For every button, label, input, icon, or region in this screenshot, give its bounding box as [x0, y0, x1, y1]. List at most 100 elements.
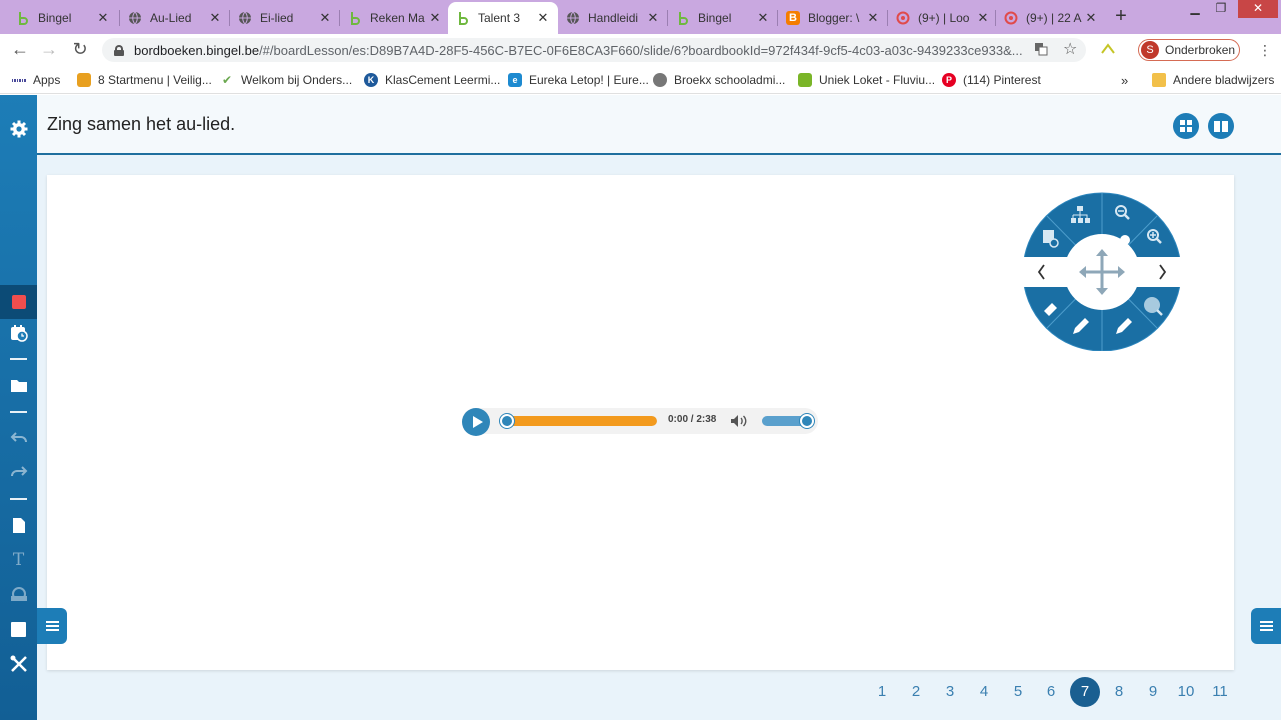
- bookmark-folder-other[interactable]: Andere bladwijzers: [1152, 71, 1274, 89]
- browser-tab-active[interactable]: Talent 3 ✕: [448, 2, 558, 34]
- close-icon[interactable]: ✕: [428, 10, 442, 26]
- tab-title: Reken Ma: [370, 11, 425, 25]
- zoom-separator: [1120, 235, 1130, 245]
- bookmark-broekx[interactable]: Broekx schooladmi...: [653, 71, 785, 89]
- tab-title: (9+) | 22 A: [1026, 11, 1082, 25]
- browser-tab[interactable]: Bingel ✕: [668, 2, 778, 34]
- page-3[interactable]: 3: [935, 677, 965, 707]
- page-8[interactable]: 8: [1104, 677, 1134, 707]
- book-view-icon[interactable]: [1208, 113, 1234, 139]
- avatar: S: [1141, 41, 1159, 59]
- close-icon[interactable]: ✕: [866, 10, 880, 26]
- tab-title: Ei-lied: [260, 11, 294, 25]
- bookmark-eureka[interactable]: e Eureka Letop! | Eure...: [508, 71, 649, 89]
- tab-title: Talent 3: [478, 11, 521, 25]
- bookmark-uniek-loket[interactable]: Uniek Loket - Fluviu...: [798, 71, 935, 89]
- screen-cover-icon[interactable]: [0, 582, 37, 606]
- window-close-icon[interactable]: ✕: [1238, 0, 1278, 18]
- bingel-app: T Zing samen het au-lied. 0:00 / 2:38 1 …: [0, 95, 1281, 720]
- close-icon[interactable]: ✕: [646, 10, 660, 26]
- play-button[interactable]: [462, 408, 490, 436]
- url-text: bordboeken.bingel.be/#/boardLesson/es:D8…: [134, 42, 1023, 58]
- blogger-icon: B: [786, 11, 800, 25]
- minimize-icon[interactable]: ▁: [1182, 0, 1208, 18]
- browser-tab[interactable]: Bingel ✕: [8, 2, 118, 34]
- bookmark-klascement[interactable]: K KlasCement Leermi...: [364, 71, 500, 89]
- url-field[interactable]: bordboeken.bingel.be/#/boardLesson/es:D8…: [102, 38, 1086, 62]
- browser-tab[interactable]: Ei-lied ✕: [230, 2, 340, 34]
- page-2[interactable]: 2: [901, 677, 931, 707]
- eureka-icon: e: [508, 73, 522, 87]
- browser-tab[interactable]: Reken Ma ✕: [340, 2, 450, 34]
- bookmark-label: KlasCement Leermi...: [385, 73, 501, 87]
- startmenu-icon: [77, 73, 91, 87]
- leaf-icon: ✔: [221, 73, 233, 87]
- whiteboard-icon[interactable]: [0, 617, 37, 641]
- page-10[interactable]: 10: [1171, 677, 1201, 707]
- browser-tab[interactable]: Handleidi ✕: [558, 2, 668, 34]
- page-11[interactable]: 11: [1205, 677, 1235, 707]
- document-icon[interactable]: [0, 513, 37, 537]
- tab-title: Handleidi: [588, 11, 639, 25]
- page-title: Zing samen het au-lied.: [47, 114, 236, 134]
- audio-progress-track[interactable]: [506, 416, 657, 426]
- folder-icon[interactable]: [0, 373, 37, 397]
- tab-title: (9+) | Loo: [918, 11, 970, 25]
- volume-icon[interactable]: [730, 414, 748, 433]
- tab-title: Bingel: [38, 11, 72, 25]
- bookmark-onderwijs[interactable]: ✔ Welkom bij Onders...: [220, 71, 352, 89]
- bookmark-apps[interactable]: Apps: [11, 71, 60, 89]
- close-icon[interactable]: ✕: [1084, 10, 1098, 26]
- translate-icon[interactable]: [1034, 42, 1048, 59]
- redo-icon[interactable]: [0, 460, 37, 484]
- timer-icon[interactable]: [0, 321, 37, 345]
- page-6[interactable]: 6: [1036, 677, 1066, 707]
- new-tab-button[interactable]: +: [1108, 5, 1134, 29]
- right-drawer-toggle[interactable]: [1251, 608, 1281, 644]
- audio-time: 0:00 / 2:38: [668, 414, 717, 425]
- browser-tab[interactable]: B Blogger: \ ✕: [778, 2, 888, 34]
- forward-arrow-icon[interactable]: →: [38, 39, 60, 61]
- settings-gear-icon[interactable]: [0, 117, 37, 141]
- close-icon[interactable]: ✕: [96, 10, 110, 26]
- apps-grid-icon: [11, 73, 27, 87]
- page-9[interactable]: 9: [1138, 677, 1168, 707]
- browser-tab[interactable]: (9+) | Loo ✕: [888, 2, 998, 34]
- bookmark-pinterest[interactable]: P (114) Pinterest: [942, 71, 1041, 89]
- audio-progress-handle[interactable]: [500, 414, 514, 428]
- tab-title: Blogger: \: [808, 11, 860, 25]
- text-tool-icon[interactable]: T: [0, 548, 37, 572]
- page-5[interactable]: 5: [1003, 677, 1033, 707]
- reload-icon[interactable]: ↻: [69, 39, 91, 61]
- bookmarks-bar: Apps 8 Startmenu | Veilig... ✔ Welkom bi…: [0, 66, 1281, 94]
- undo-icon[interactable]: [0, 426, 37, 450]
- restore-icon[interactable]: ❐: [1208, 0, 1234, 18]
- audio-progress-fill: [506, 416, 657, 426]
- bingel-icon: [348, 11, 362, 25]
- bookmark-label: Welkom bij Onders...: [241, 73, 353, 87]
- close-icon[interactable]: ✕: [976, 10, 990, 26]
- star-icon[interactable]: ☆: [1063, 39, 1077, 59]
- back-arrow-icon[interactable]: ←: [9, 39, 31, 61]
- menu-kebab-icon[interactable]: ⋮: [1258, 42, 1272, 59]
- close-icon[interactable]: ✕: [536, 10, 550, 26]
- grid-view-icon[interactable]: [1173, 113, 1199, 139]
- close-icon[interactable]: ✕: [756, 10, 770, 26]
- close-icon[interactable]: ✕: [208, 10, 222, 26]
- browser-tab[interactable]: Au-Lied ✕: [120, 2, 230, 34]
- page-1[interactable]: 1: [867, 677, 897, 707]
- page-4[interactable]: 4: [969, 677, 999, 707]
- browser-tab[interactable]: (9+) | 22 A ✕: [996, 2, 1106, 34]
- tools-icon[interactable]: [0, 652, 37, 676]
- volume-handle[interactable]: [800, 414, 814, 428]
- tool-sidebar: T: [0, 95, 37, 720]
- browser-tab-bar: Bingel ✕ Au-Lied ✕ Ei-lied ✕ Reken Ma ✕ …: [0, 0, 1281, 34]
- bookmark-startmenu[interactable]: 8 Startmenu | Veilig...: [77, 71, 212, 89]
- color-swatch-icon[interactable]: [0, 290, 37, 314]
- extension-icon[interactable]: [1101, 42, 1115, 58]
- bookmarks-more-button[interactable]: »: [1121, 71, 1128, 89]
- profile-button[interactable]: S Onderbroken: [1138, 39, 1240, 61]
- left-drawer-toggle[interactable]: [37, 608, 67, 644]
- page-7-current[interactable]: 7: [1070, 677, 1100, 707]
- close-icon[interactable]: ✕: [318, 10, 332, 26]
